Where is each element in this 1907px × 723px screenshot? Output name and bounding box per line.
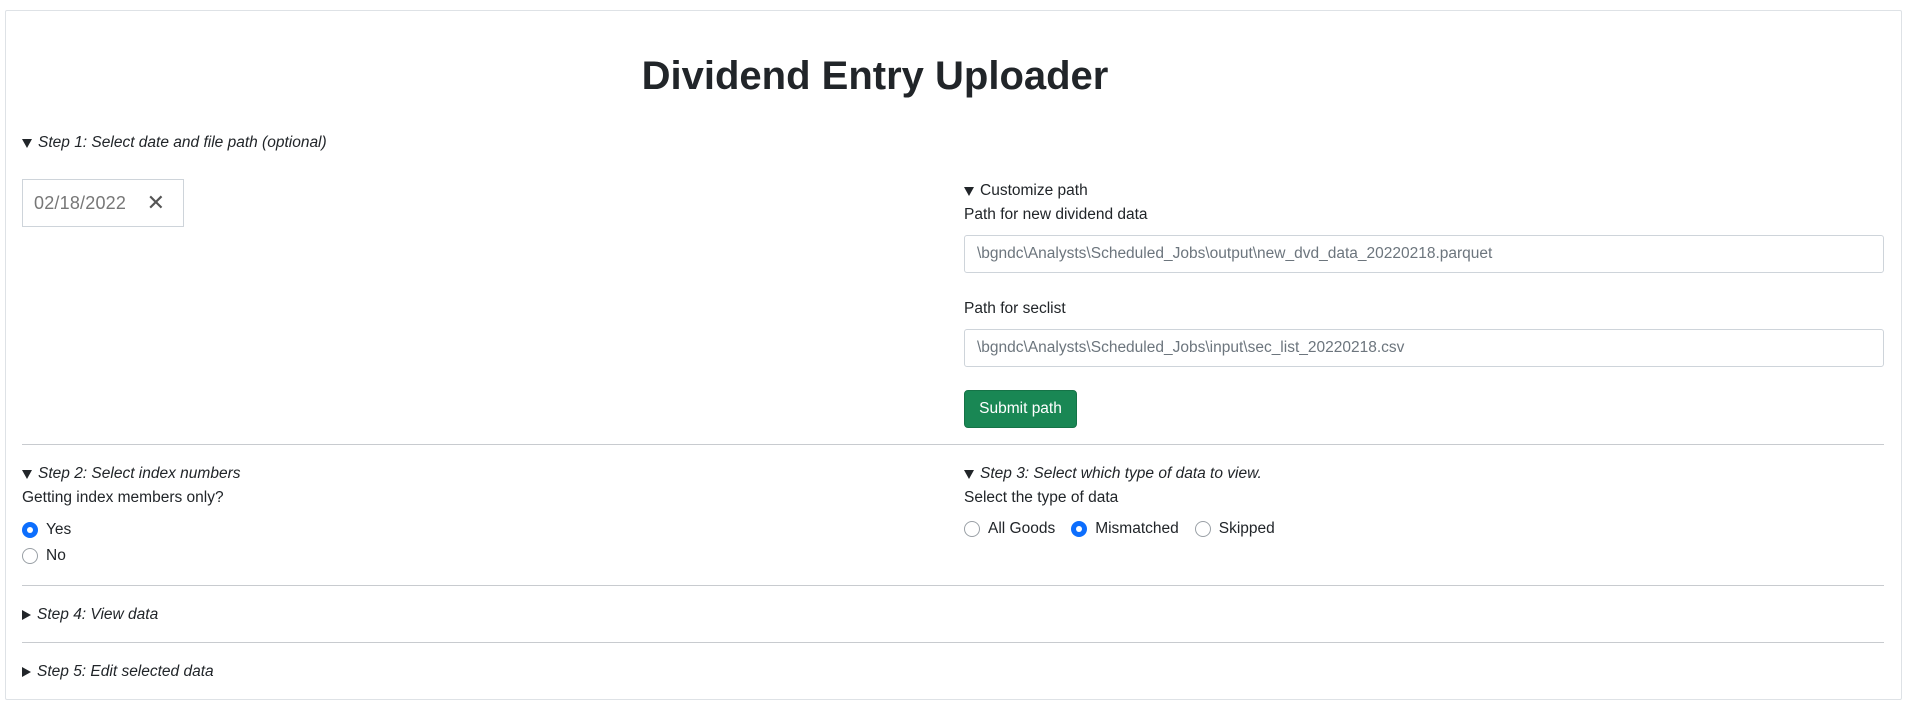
step3-summary[interactable]: Step 3: Select which type of data to vie… xyxy=(964,464,1262,484)
radio-option-yes[interactable]: Yes xyxy=(22,520,71,540)
step5-summary[interactable]: Step 5: Edit selected data xyxy=(22,662,214,682)
clear-date-icon[interactable]: ✕ xyxy=(147,192,165,214)
page-title: Dividend Entry Uploader xyxy=(641,54,1109,98)
step2-summary[interactable]: Step 2: Select index numbers xyxy=(22,464,240,484)
collapsed-triangle-icon xyxy=(22,667,31,677)
radio-label: All Goods xyxy=(988,520,1056,537)
customize-path-label: Customize path xyxy=(980,182,1088,199)
step2-summary-label: Step 2: Select index numbers xyxy=(38,465,241,482)
submit-path-button[interactable]: Submit path xyxy=(964,390,1077,428)
divider xyxy=(22,585,1884,586)
radio-label: Yes xyxy=(46,521,72,538)
divider xyxy=(22,642,1884,643)
radio-option-no[interactable]: No xyxy=(22,546,66,566)
expanded-triangle-icon xyxy=(964,186,974,196)
radio-option-mismatched[interactable]: Mismatched xyxy=(1071,520,1179,538)
expanded-triangle-icon xyxy=(22,138,32,148)
step1-summary-label: Step 1: Select date and file path (optio… xyxy=(38,134,327,151)
customize-path-summary[interactable]: Customize path xyxy=(964,181,1088,201)
seclist-path-input[interactable]: \bgndc\Analysts\Scheduled_Jobs\input\sec… xyxy=(964,329,1884,367)
collapsed-triangle-icon xyxy=(22,610,31,620)
step1-summary[interactable]: Step 1: Select date and file path (optio… xyxy=(22,133,327,153)
step4-summary[interactable]: Step 4: View data xyxy=(22,605,158,625)
radio-label: Skipped xyxy=(1218,520,1275,537)
radio-unchecked[interactable] xyxy=(1194,521,1211,537)
dividend-path-label: Path for new dividend data xyxy=(964,206,1148,223)
radio-label: Mismatched xyxy=(1095,520,1179,537)
seclist-path-label: Path for seclist xyxy=(964,300,1066,317)
step4-summary-label: Step 4: View data xyxy=(37,606,159,623)
date-picker[interactable]: 02/18/2022 ✕ xyxy=(22,179,184,227)
radio-label: No xyxy=(46,547,66,564)
date-input-value[interactable]: 02/18/2022 xyxy=(34,193,126,214)
radio-checked[interactable] xyxy=(22,522,38,538)
step3-summary-label: Step 3: Select which type of data to vie… xyxy=(980,465,1262,482)
radio-unchecked[interactable] xyxy=(964,521,980,537)
radio-option-all-goods[interactable]: All Goods xyxy=(964,520,1055,538)
radio-unchecked[interactable] xyxy=(22,548,38,564)
expanded-triangle-icon xyxy=(964,469,974,479)
index-members-question: Getting index members only? xyxy=(22,489,224,506)
radio-option-skipped[interactable]: Skipped xyxy=(1194,520,1275,538)
expanded-triangle-icon xyxy=(22,469,32,479)
data-type-radio-group: All Goods Mismatched Skipped xyxy=(964,520,1291,538)
radio-checked[interactable] xyxy=(1071,521,1088,537)
step5-summary-label: Step 5: Edit selected data xyxy=(37,663,214,680)
data-type-question: Select the type of data xyxy=(964,489,1119,506)
divider xyxy=(22,444,1884,445)
dividend-path-input[interactable]: \bgndc\Analysts\Scheduled_Jobs\output\ne… xyxy=(964,235,1884,273)
